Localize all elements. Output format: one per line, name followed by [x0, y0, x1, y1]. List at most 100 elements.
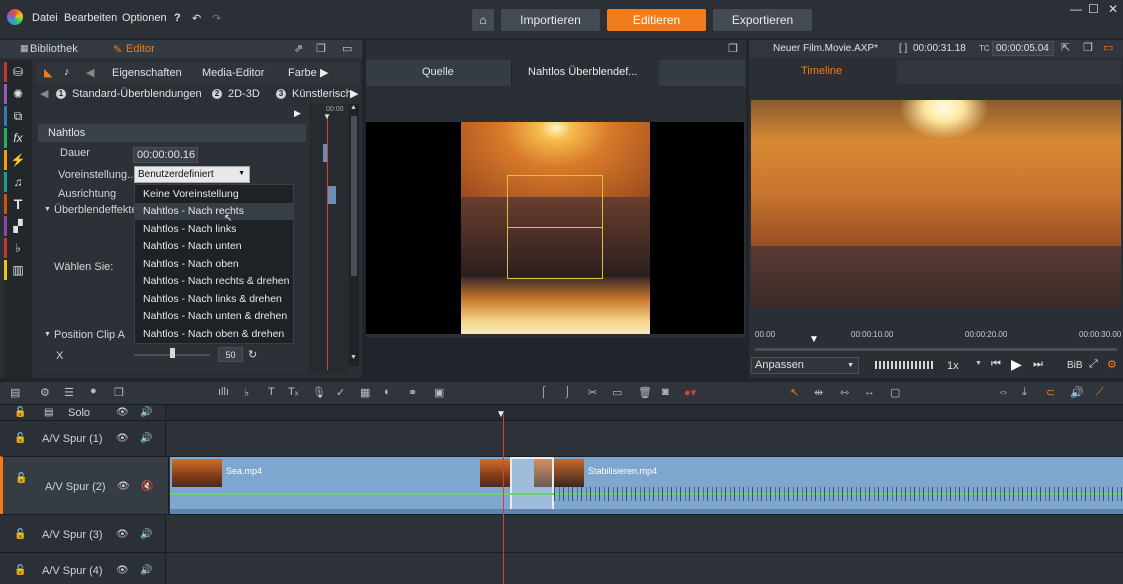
mini-playhead[interactable]: [327, 114, 328, 370]
clip-sea[interactable]: Sea.mp4: [170, 457, 510, 515]
orange-cam-icon[interactable]: ◣: [44, 66, 52, 79]
tab-timeline[interactable]: Timeline: [751, 60, 897, 84]
vertical-scrollbar[interactable]: ▲ ▼: [349, 104, 359, 366]
layout-orange-icon[interactable]: ▭: [1103, 41, 1113, 54]
dropdown-option[interactable]: Keine Voreinstellung: [135, 186, 293, 203]
speaker-icon[interactable]: 🔊: [140, 565, 152, 576]
copy-icon[interactable]: ❐: [114, 386, 124, 399]
x-value-field[interactable]: 50: [218, 347, 243, 362]
check-icon[interactable]: ✓: [336, 386, 345, 399]
text-alt-icon[interactable]: Tₓ: [288, 386, 298, 398]
expand-icon[interactable]: ▼: [44, 206, 51, 213]
zoom-fit-icon[interactable]: ⇔: [998, 386, 1009, 398]
clip-stabilize[interactable]: Stabilisieren.mp4: [510, 457, 1123, 515]
ruler-playhead-icon[interactable]: ▼: [809, 334, 819, 345]
dropdown-option[interactable]: Nahtlos - Nach links: [135, 221, 293, 238]
music-icon[interactable]: ♫: [10, 174, 26, 190]
lightning-icon[interactable]: ⚡: [10, 152, 26, 168]
lock-icon[interactable]: 🔓: [14, 433, 26, 444]
dropdown-option[interactable]: Nahtlos - Nach links & drehen: [135, 291, 293, 308]
media-icon[interactable]: ⛁: [10, 64, 26, 80]
speaker-icon[interactable]: 🔊: [140, 407, 152, 418]
eye-icon[interactable]: 👁: [116, 433, 129, 444]
marker-in-icon[interactable]: ⌠: [540, 386, 547, 398]
roll-tool-icon[interactable]: ↔: [864, 386, 875, 398]
eye-icon[interactable]: 👁: [116, 529, 129, 540]
speaker-icon[interactable]: 🔊: [140, 433, 152, 444]
audio-mixer-icon[interactable]: ☰: [64, 386, 74, 399]
fit-select[interactable]: Anpassen ▼: [751, 357, 859, 374]
record-icon[interactable]: ●: [90, 385, 97, 397]
note-icon[interactable]: ♪: [64, 66, 70, 78]
lock-icon[interactable]: 🔓: [14, 407, 26, 418]
timecode-field[interactable]: 00:00:05.04: [992, 41, 1054, 56]
preset-select[interactable]: Benutzerdefiniert ▼: [134, 166, 250, 183]
track-settings-icon[interactable]: ⚙: [40, 386, 50, 399]
duration-field[interactable]: 00:00:00.16: [133, 147, 198, 163]
eye-icon[interactable]: 👁: [116, 407, 129, 418]
prev-frame-icon[interactable]: ⏮: [991, 358, 1001, 371]
tab-library[interactable]: Bibliothek: [30, 43, 78, 55]
pin-icon[interactable]: ⇗: [294, 42, 303, 55]
paint-icon[interactable]: ▞: [10, 218, 26, 234]
magnet-icon[interactable]: ⊂: [1046, 386, 1055, 399]
mini-playhead-marker-icon[interactable]: ▼: [323, 112, 331, 121]
speaker-muted-icon[interactable]: 🔇: [141, 481, 153, 492]
text-icon[interactable]: T: [268, 386, 275, 398]
grid-icon[interactable]: ▦: [360, 386, 370, 399]
marker-red-icon[interactable]: ●▾: [684, 386, 696, 399]
dynamic-icon[interactable]: ⟋: [1096, 386, 1104, 399]
delete-icon[interactable]: 🗑: [638, 386, 652, 399]
timeline-playhead-head-icon[interactable]: ▼: [496, 409, 506, 420]
scrub-bar[interactable]: [755, 348, 1117, 351]
keyframe-bar[interactable]: [323, 144, 327, 162]
snapshot-icon[interactable]: ◙: [662, 386, 669, 398]
menu-optionen[interactable]: Optionen: [122, 12, 167, 24]
mic-icon[interactable]: ♭: [244, 386, 249, 399]
home-button[interactable]: ⌂: [472, 9, 494, 31]
float-player-icon[interactable]: ❐: [728, 42, 738, 55]
tabs-prev-icon[interactable]: ◀: [86, 66, 94, 79]
tab-color[interactable]: Farbe: [288, 67, 317, 79]
lock-icon[interactable]: 🔓: [14, 565, 26, 576]
image-icon[interactable]: ▣: [434, 386, 444, 399]
effects-icon[interactable]: ✺: [10, 86, 26, 102]
minimize-button[interactable]: —: [1070, 2, 1082, 16]
transitions-icon[interactable]: ⧉: [10, 108, 26, 124]
float-timeline-icon[interactable]: ❐: [1083, 41, 1093, 54]
link-icon[interactable]: ⚭: [408, 386, 417, 399]
dropdown-option-selected[interactable]: Nahtlos - Nach rechts: [135, 203, 293, 220]
audio-scrub-icon[interactable]: 🔊: [1070, 386, 1084, 399]
help-icon[interactable]: ?: [174, 12, 181, 24]
split-icon[interactable]: ✂: [588, 386, 597, 399]
tab-transition[interactable]: Nahtlos Überblendef...: [512, 60, 658, 86]
scroll-up-icon[interactable]: ▲: [350, 104, 357, 111]
speaker-icon[interactable]: 🔊: [140, 529, 152, 540]
transition-block[interactable]: [510, 457, 554, 515]
float-icon[interactable]: ❐: [316, 42, 326, 55]
volume-waveform[interactable]: [875, 361, 935, 369]
slip-tool-icon[interactable]: ⇿: [840, 386, 849, 399]
export-button[interactable]: Exportieren: [713, 9, 812, 31]
cat-standard[interactable]: Standard-Überblendungen: [72, 88, 202, 100]
cat-next-icon[interactable]: ▶: [350, 87, 358, 100]
dropdown-option[interactable]: Nahtlos - Nach unten & drehen: [135, 308, 293, 325]
export-frame-icon[interactable]: ⇱: [1061, 41, 1070, 54]
tab-properties[interactable]: Eigenschaften: [112, 67, 182, 79]
close-button[interactable]: ✕: [1108, 2, 1118, 16]
scroll-thumb[interactable]: [351, 116, 357, 276]
sound-icon[interactable]: ♭: [10, 240, 26, 256]
cat-artistic[interactable]: Künstlerisch: [292, 88, 352, 100]
eye-icon[interactable]: 👁: [117, 481, 130, 492]
pip-label[interactable]: BiB: [1067, 360, 1083, 371]
keyframe-bar[interactable]: [328, 186, 336, 204]
tab-media-editor[interactable]: Media-Editor: [202, 67, 264, 79]
tab-editor[interactable]: Editor: [126, 43, 155, 55]
cat-prev-icon[interactable]: ◀: [40, 87, 48, 100]
montage-icon[interactable]: ▥: [10, 262, 26, 278]
timeline-playhead[interactable]: [503, 414, 504, 584]
marker-out-icon[interactable]: ⌡: [564, 386, 571, 398]
dropdown-option[interactable]: Nahtlos - Nach unten: [135, 238, 293, 255]
voiceover-icon[interactable]: 🎙: [312, 386, 326, 399]
maximize-button[interactable]: ☐: [1088, 2, 1099, 16]
